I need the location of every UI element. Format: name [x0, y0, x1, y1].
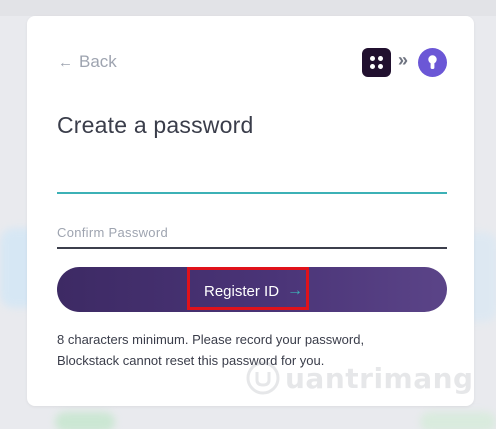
- help-line-2: Blockstack cannot reset this password fo…: [57, 353, 325, 368]
- confirm-password-field[interactable]: [57, 217, 447, 249]
- password-help-text: 8 characters minimum. Please record your…: [57, 329, 447, 371]
- back-label: Back: [79, 52, 117, 71]
- app-icon-dot: [370, 56, 375, 61]
- arrow-left-icon: ←: [58, 53, 73, 71]
- background-band: [0, 0, 496, 16]
- background-blur-bottom-left: [55, 412, 115, 429]
- keyhole-glyph: [428, 55, 437, 69]
- app-icon-dot: [378, 64, 383, 69]
- password-field[interactable]: [57, 160, 447, 194]
- back-link[interactable]: ← Back: [58, 52, 117, 72]
- keyhole-icon: [418, 48, 447, 77]
- help-line-1: 8 characters minimum. Please record your…: [57, 332, 365, 347]
- background-blur-bottom-right: [420, 412, 496, 429]
- blockstack-app-icon: [362, 48, 391, 77]
- chevrons-right-icon: »: [398, 50, 409, 70]
- app-icon-dot: [378, 56, 383, 61]
- app-icon-dot: [370, 64, 375, 69]
- page-title: Create a password: [57, 112, 254, 138]
- highlight-box: [187, 267, 309, 310]
